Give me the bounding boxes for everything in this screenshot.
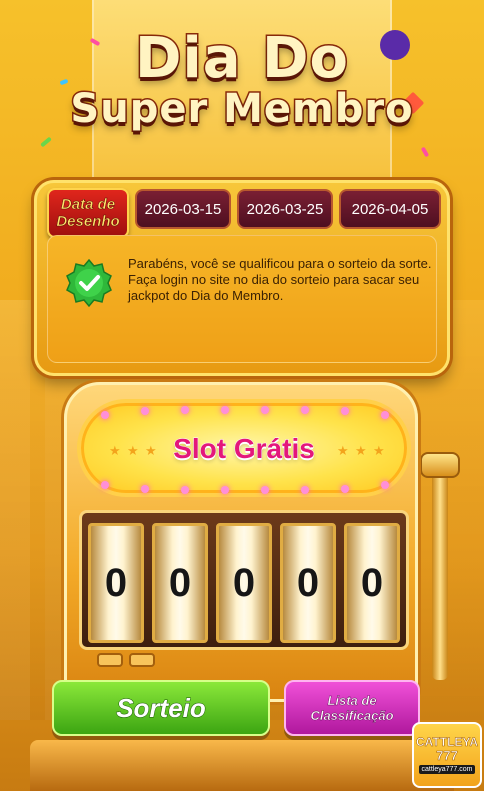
- date-tab-1[interactable]: 2026-03-15: [135, 189, 231, 229]
- slot-marquee-title: Slot Grátis: [173, 433, 316, 465]
- marquee-bulb: [181, 486, 189, 494]
- reel-5: 0: [344, 523, 400, 643]
- title-line-1: Dia Do: [134, 26, 350, 91]
- check-badge-icon: [66, 258, 112, 308]
- date-tab-2[interactable]: 2026-03-25: [237, 189, 333, 229]
- marquee-bulb: [101, 411, 109, 419]
- draw-date-label-line2: Desenho: [56, 213, 120, 231]
- machine-indicator: [97, 653, 123, 667]
- marquee-bulb: [301, 486, 309, 494]
- marquee-bulb: [261, 406, 269, 414]
- date-tab-3[interactable]: 2026-04-05: [339, 189, 441, 229]
- confetti: [40, 136, 52, 148]
- slot-machine: ★ ★ ★ ★ ★ ★ Slot Grátis 0 0 0 0 0: [64, 382, 418, 702]
- marquee-bulb: [101, 481, 109, 489]
- ranking-list-button[interactable]: Lista de Classificação: [284, 680, 420, 736]
- marquee-bulb: [301, 406, 309, 414]
- marquee-bulb: [381, 411, 389, 419]
- marquee-bulb: [221, 406, 229, 414]
- marquee-bulb: [141, 407, 149, 415]
- draw-date-label: Data de Desenho: [47, 188, 129, 238]
- logo-number: 777: [436, 748, 458, 763]
- marquee-bulb: [181, 406, 189, 414]
- event-title: Dia Do Super Membro: [0, 26, 484, 134]
- machine-base: [30, 740, 454, 791]
- sorteio-button[interactable]: Sorteio: [52, 680, 270, 736]
- machine-indicator: [129, 653, 155, 667]
- reel-3: 0: [216, 523, 272, 643]
- marquee-bulb: [141, 485, 149, 493]
- marquee-bulb: [381, 481, 389, 489]
- marquee-bulb: [341, 485, 349, 493]
- draw-date-label-line1: Data de: [60, 196, 116, 214]
- marquee-bulb: [221, 486, 229, 494]
- marquee-bulb: [261, 486, 269, 494]
- marquee-bulb: [341, 407, 349, 415]
- ranking-list-label-line1: Lista de: [327, 693, 377, 708]
- confetti: [420, 146, 430, 158]
- reel-1: 0: [88, 523, 144, 643]
- slot-marquee: ★ ★ ★ ★ ★ ★ Slot Grátis: [77, 399, 411, 497]
- logo-url: cattleya777.com: [418, 765, 476, 774]
- draw-panel: Data de Desenho 2026-03-15 2026-03-25 20…: [34, 180, 450, 376]
- qualification-message: Parabéns, você se qualificou para o sort…: [128, 256, 432, 303]
- brand-logo[interactable]: CATTLEYA 777 cattleya777.com: [412, 722, 482, 788]
- title-line-2: Super Membro: [69, 85, 414, 134]
- lever-handle[interactable]: [420, 452, 460, 478]
- reel-2: 0: [152, 523, 208, 643]
- ranking-list-label-line2: Classificação: [310, 708, 394, 723]
- reel-frame: 0 0 0 0 0: [79, 510, 409, 650]
- draw-message-box: Parabéns, você se qualificou para o sort…: [47, 235, 437, 363]
- reel-4: 0: [280, 523, 336, 643]
- lever-post[interactable]: [432, 470, 448, 680]
